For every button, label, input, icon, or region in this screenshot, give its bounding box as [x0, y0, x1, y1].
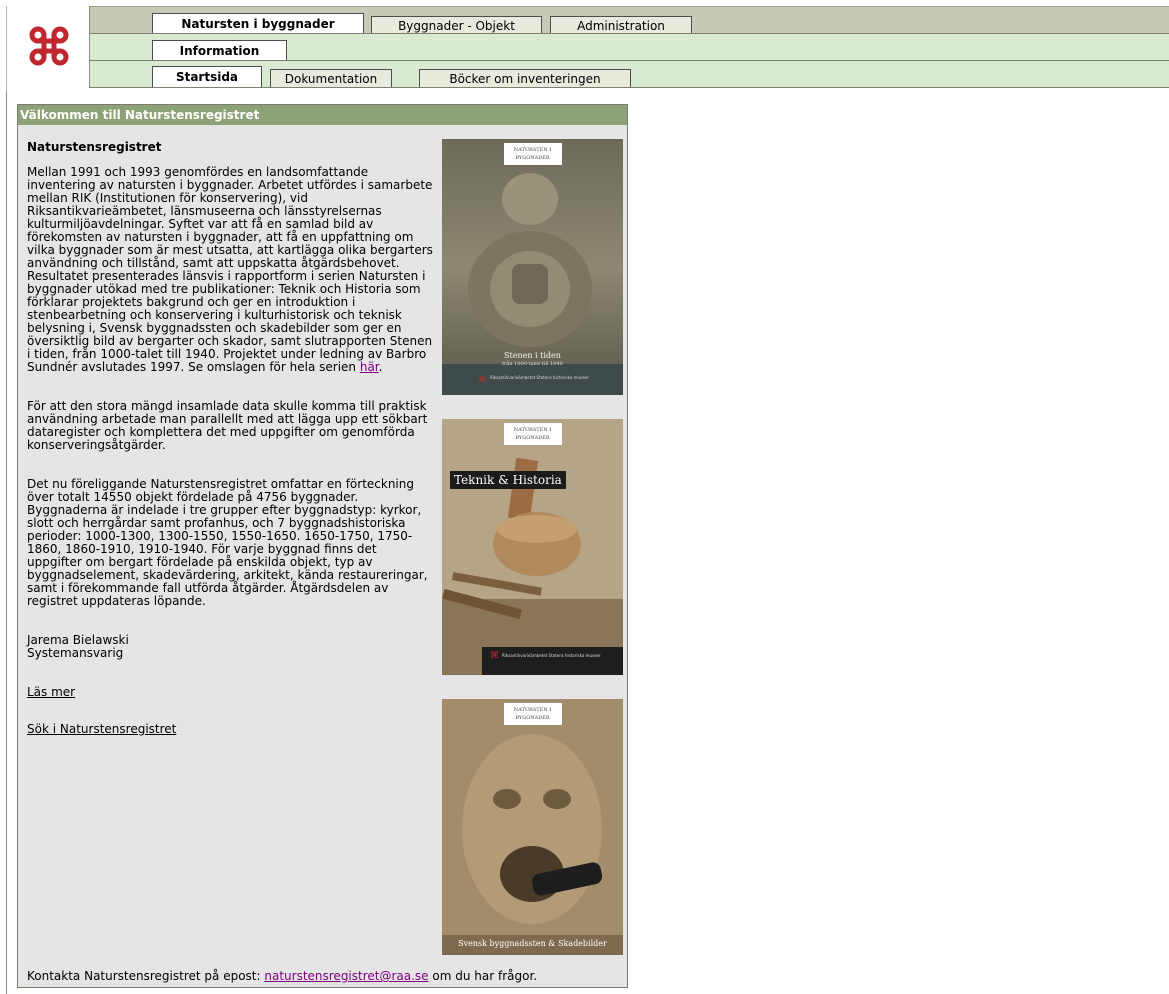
search-register-link[interactable]: Sök i Naturstensregistret: [27, 722, 176, 736]
cover-badge: NATURSTEN I BYGGNADER: [503, 423, 562, 445]
cover-publisher: Riksantikvarieämbetet Statens historiska…: [502, 653, 601, 658]
cover-publisher: Riksantikvarieämbetet Statens historiska…: [490, 375, 589, 380]
top-navigation: Natursten i byggnader Byggnader - Objekt…: [0, 0, 1169, 92]
publisher-logo-icon: ⌘: [490, 651, 499, 661]
logo[interactable]: [6, 6, 90, 92]
tab-dokumentation[interactable]: Dokumentation: [270, 69, 392, 87]
cover-subtitle: från 1000-talet till 1940: [502, 361, 563, 367]
series-link[interactable]: här: [360, 360, 379, 374]
tab-bocker-om-inventeringen[interactable]: Böcker om inventeringen: [419, 69, 631, 87]
publisher-logo-icon: ⌘: [478, 375, 486, 384]
read-more-link[interactable]: Läs mer: [27, 685, 75, 699]
tab-administration[interactable]: Administration: [550, 16, 692, 34]
tab-information[interactable]: Information: [152, 40, 287, 61]
command-symbol-icon: [29, 26, 69, 66]
cover-image-gargoyle: [442, 699, 623, 955]
article-body: Naturstensregistret Mellan 1991 och 1993…: [27, 141, 435, 762]
data-paragraph: För att den stora mängd insamlade data s…: [27, 399, 428, 452]
signature: Jarema Bielawski Systemansvarig: [27, 634, 435, 660]
page-border: [6, 92, 7, 994]
register-paragraph: Det nu föreliggande Naturstensregistret …: [27, 477, 428, 608]
intro-paragraph: Mellan 1991 och 1993 genomfördes en land…: [27, 165, 433, 374]
panel-title: Välkommen till Naturstensregistret: [18, 105, 627, 125]
tab-startsida[interactable]: Startsida: [152, 66, 262, 87]
cover-title: Stenen i tiden: [504, 351, 561, 360]
nav-row-section: Information: [89, 33, 1169, 61]
read-more-row: Läs mer: [27, 686, 435, 699]
nav-row-main: Natursten i byggnader Byggnader - Objekt…: [89, 6, 1169, 34]
contact-email-link[interactable]: naturstensregistret@raa.se: [264, 969, 428, 983]
book-cover-stenen-i-tiden[interactable]: NATURSTEN I BYGGNADER Stenen i tiden frå…: [442, 139, 623, 395]
tab-natursten-i-byggnader[interactable]: Natursten i byggnader: [152, 13, 364, 34]
book-cover-teknik-historia[interactable]: NATURSTEN I BYGGNADER Teknik & Historia …: [442, 419, 623, 675]
signature-role: Systemansvarig: [27, 646, 124, 660]
cover-badge: NATURSTEN I BYGGNADER: [503, 703, 562, 725]
cover-title: Teknik & Historia: [450, 471, 566, 489]
cover-image-stone-tools: [442, 419, 623, 675]
contact-footer: Kontakta Naturstensregistret på epost: n…: [27, 969, 538, 983]
book-cover-svensk-byggnadssten[interactable]: NATURSTEN I BYGGNADER Svensk byggnadsste…: [442, 699, 623, 955]
signature-name: Jarema Bielawski: [27, 633, 129, 647]
welcome-panel: Välkommen till Naturstensregistret Natur…: [17, 104, 628, 988]
cover-title: Svensk byggnadssten & Skadebilder: [458, 939, 607, 948]
search-row: Sök i Naturstensregistret: [27, 723, 435, 736]
cover-badge: NATURSTEN I BYGGNADER: [503, 143, 562, 165]
tab-byggnader-objekt[interactable]: Byggnader - Objekt: [371, 16, 542, 34]
article-heading: Naturstensregistret: [27, 140, 162, 154]
nav-row-sub: Startsida Dokumentation Böcker om invent…: [89, 60, 1169, 88]
